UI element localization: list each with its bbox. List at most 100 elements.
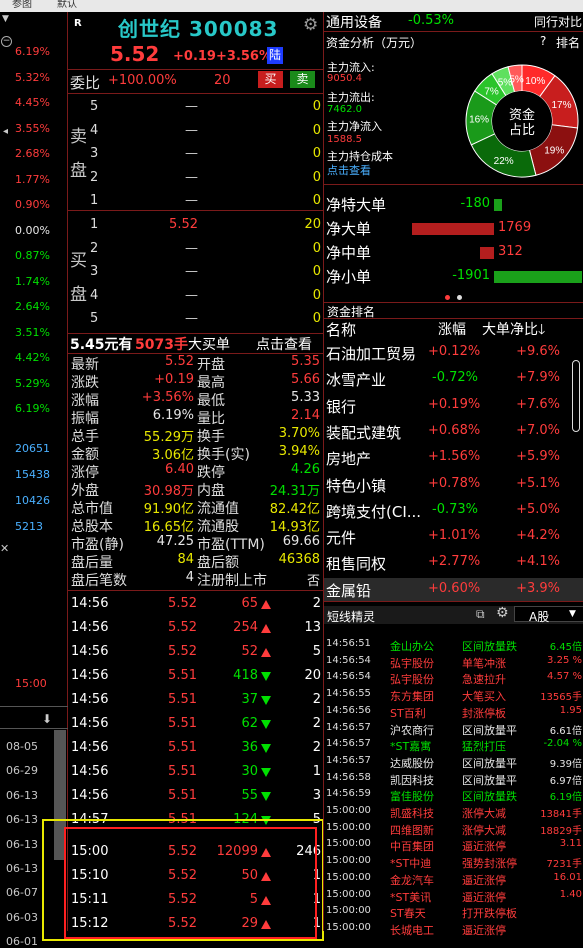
spirit-event[interactable]: 区间放量平 xyxy=(462,722,517,738)
spirit-event[interactable]: 区间放量跌 xyxy=(462,638,517,654)
rank-header-name[interactable]: 名称 xyxy=(326,319,356,340)
rank-row-name[interactable]: 金属铅 xyxy=(326,580,428,601)
order-price[interactable]: 5.52 xyxy=(168,217,198,232)
rank-row-ratio[interactable]: +5.9% xyxy=(512,449,560,464)
rank-row-pct[interactable]: +0.68% xyxy=(428,423,480,438)
rank-row-ratio[interactable]: +5.0% xyxy=(512,502,560,517)
rank-row-pct[interactable]: +1.56% xyxy=(428,449,480,464)
date-item[interactable]: 06-13 xyxy=(6,789,38,802)
spirit-time[interactable]: 15:00:00 xyxy=(326,855,371,866)
spirit-time[interactable]: 15:00:00 xyxy=(326,889,371,900)
sell-button[interactable]: 卖 xyxy=(290,71,315,88)
rank-row-ratio[interactable]: +3.9% xyxy=(512,581,560,596)
dropdown-icon[interactable]: ▼ xyxy=(2,14,9,24)
rank-row-ratio[interactable]: +4.1% xyxy=(512,554,560,569)
date-item[interactable]: 06-07 xyxy=(6,886,38,899)
spirit-event[interactable]: 强势封涨停 xyxy=(462,855,517,871)
page-dot[interactable] xyxy=(457,295,462,300)
spirit-value[interactable]: 13841手 xyxy=(524,805,582,820)
scrollbar[interactable] xyxy=(572,360,580,432)
spirit-stock[interactable]: 弘宇股份 xyxy=(390,671,434,687)
spirit-time[interactable]: 14:56:57 xyxy=(326,722,371,733)
rank-row-ratio[interactable]: +4.2% xyxy=(512,528,560,543)
spirit-event[interactable]: 涨停大减 xyxy=(462,805,506,821)
spirit-value[interactable]: 4.57 % xyxy=(524,671,582,682)
spirit-stock[interactable]: 长城电工 xyxy=(390,922,434,938)
popout-icon[interactable]: ⧉ xyxy=(476,607,485,622)
rank-row-ratio[interactable]: +7.0% xyxy=(512,423,560,438)
spirit-value[interactable]: 16.01 xyxy=(524,872,582,883)
spirit-event[interactable]: 逼近涨停 xyxy=(462,889,506,905)
order-price[interactable]: — xyxy=(168,170,198,185)
rank-row-name[interactable]: 银行 xyxy=(326,396,428,417)
rank-row-pct[interactable]: +0.12% xyxy=(428,344,480,359)
spirit-time[interactable]: 14:56:54 xyxy=(326,671,371,682)
spirit-event[interactable]: 涨停大减 xyxy=(462,822,506,838)
spirit-time[interactable]: 15:00:00 xyxy=(326,822,371,833)
collapse-icon[interactable]: − xyxy=(1,36,12,47)
rank-row-pct[interactable]: +0.78% xyxy=(428,476,480,491)
rank-row-name[interactable]: 石油加工贸易 xyxy=(326,343,428,364)
spirit-event[interactable]: 区间放量跌 xyxy=(462,788,517,804)
date-item[interactable]: 08-05 xyxy=(6,740,38,753)
spirit-value[interactable]: 3.11 xyxy=(524,838,582,849)
spirit-event[interactable]: 急速拉升 xyxy=(462,671,506,687)
menu-item[interactable]: 参图 xyxy=(12,0,32,10)
gear-icon[interactable]: ⚙ xyxy=(496,605,509,621)
page-dot[interactable] xyxy=(445,295,450,300)
rank-link[interactable]: 排名 xyxy=(556,34,580,51)
spirit-value[interactable]: 6.61倍 xyxy=(524,722,582,737)
spirit-stock[interactable]: 达威股份 xyxy=(390,755,434,771)
order-price[interactable]: — xyxy=(168,146,198,161)
peer-compare-link[interactable]: 同行对比 xyxy=(534,13,582,30)
rank-row-name[interactable]: 装配式建筑 xyxy=(326,422,428,443)
spirit-stock[interactable]: 东方集团 xyxy=(390,688,434,704)
spirit-value[interactable]: 18829手 xyxy=(524,822,582,837)
spirit-stock[interactable]: 沪农商行 xyxy=(390,722,434,738)
rank-row-pct[interactable]: -0.73% xyxy=(428,502,478,517)
spirit-time[interactable]: 15:00:00 xyxy=(326,905,371,916)
spirit-time[interactable]: 14:56:57 xyxy=(326,755,371,766)
spirit-event[interactable]: 大笔买入 xyxy=(462,688,506,704)
rank-row-name[interactable]: 冰雪产业 xyxy=(326,369,428,390)
spirit-stock[interactable]: 金龙汽车 xyxy=(390,872,434,888)
spirit-event[interactable]: 逼近涨停 xyxy=(462,872,506,888)
rank-row-name[interactable]: 元件 xyxy=(326,527,428,548)
spirit-time[interactable]: 14:56:51 xyxy=(326,638,371,649)
spirit-event[interactable]: 区间放量平 xyxy=(462,772,517,788)
rank-row-pct[interactable]: +1.01% xyxy=(428,528,480,543)
spirit-stock[interactable]: ST百利 xyxy=(390,705,426,721)
rank-row-ratio[interactable]: +5.1% xyxy=(512,476,560,491)
help-icon[interactable]: ? xyxy=(540,34,546,48)
spirit-stock[interactable]: *ST嘉寓 xyxy=(390,738,431,754)
menu-item[interactable]: 默认 xyxy=(57,0,77,10)
rank-row-name[interactable]: 租售同权 xyxy=(326,553,428,574)
spirit-stock[interactable]: 中百集团 xyxy=(390,838,434,854)
spirit-stock[interactable]: 四维图新 xyxy=(390,822,434,838)
spirit-time[interactable]: 14:56:59 xyxy=(326,788,371,799)
spirit-time[interactable]: 15:00:00 xyxy=(326,922,371,933)
spirit-time[interactable]: 15:00:00 xyxy=(326,872,371,883)
rank-row-ratio[interactable]: +9.6% xyxy=(512,344,560,359)
date-item[interactable]: 06-13 xyxy=(6,862,38,875)
order-price[interactable]: — xyxy=(168,123,198,138)
chevron-down-icon[interactable]: ▼ xyxy=(569,609,576,619)
spirit-event[interactable]: 猛烈打压 xyxy=(462,738,506,754)
bigorder-link[interactable]: 点击查看 xyxy=(256,334,312,354)
spirit-value[interactable]: 6.19倍 xyxy=(524,788,582,803)
spirit-time[interactable]: 15:00:00 xyxy=(326,805,371,816)
rank-row-pct[interactable]: +2.77% xyxy=(428,554,480,569)
date-item[interactable]: 06-01 xyxy=(6,935,38,948)
spirit-event[interactable]: 单笔冲涨 xyxy=(462,655,506,671)
spirit-value[interactable]: 1.40 xyxy=(524,889,582,900)
spirit-stock[interactable]: 弘宇股份 xyxy=(390,655,434,671)
gear-icon[interactable]: ⚙ xyxy=(303,15,318,35)
spirit-stock[interactable]: 富佳股份 xyxy=(390,788,434,804)
spirit-event[interactable]: 逼近涨停 xyxy=(462,838,506,854)
spirit-time[interactable]: 14:56:55 xyxy=(326,688,371,699)
sector-name[interactable]: 通用设备 xyxy=(326,12,382,32)
order-price[interactable]: — xyxy=(168,311,198,326)
spirit-event[interactable]: 打开跌停板 xyxy=(462,905,517,921)
spirit-value[interactable]: 9.39倍 xyxy=(524,755,582,770)
spirit-event[interactable]: 逼近涨停 xyxy=(462,922,506,938)
